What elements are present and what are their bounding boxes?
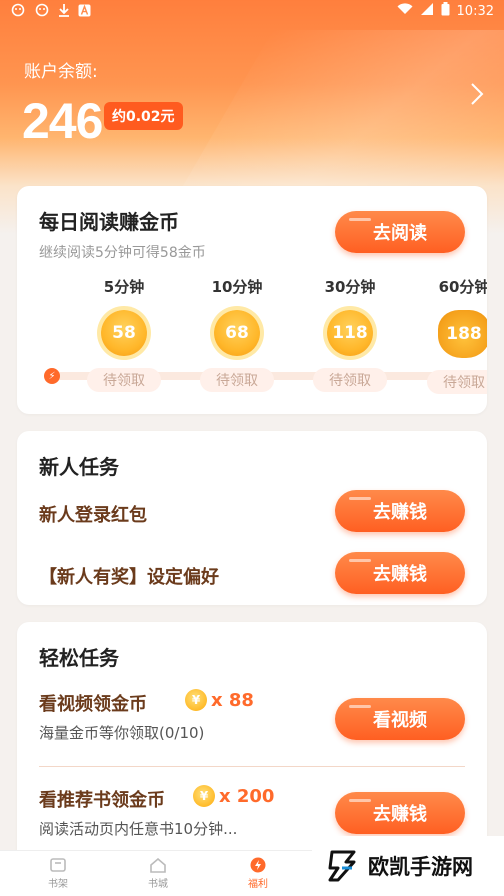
tab-bookshelf[interactable]: 书架 [8,851,108,896]
task-name: 看推荐书领金币 [39,790,165,811]
bookshelf-icon [49,857,67,873]
pet-icon [10,3,26,19]
step-label: 5分钟 [103,278,145,296]
go-read-button[interactable]: 去阅读 [335,211,465,253]
reward-amount: x 200 [219,785,275,807]
balance-coins[interactable]: 246 [22,92,103,150]
claim-status[interactable]: 待领取 [427,370,487,394]
balance-label: 账户余额: [24,62,98,82]
tab-welfare[interactable]: 福利 [208,851,308,896]
pet-icon [34,3,50,19]
balance-yuan-badge: 约0.02元 [104,102,183,130]
watermark: 欧凯手游网 [312,836,504,896]
task-desc: 阅读活动页内任意书10分钟... [39,820,238,838]
task-name: 新人登录红包 [39,505,147,526]
step-10min[interactable]: 10分钟 68 待领取 [192,276,282,392]
reading-progress: ⚡ 5分钟 58 待领取 10分钟 68 待领取 30分钟 118 待领取 60… [17,276,487,396]
tab-label: 书架 [48,879,68,890]
daily-reading-title: 每日阅读赚金币 [39,210,179,234]
tab-label: 书城 [148,879,168,890]
step-label: 60分钟 [438,278,487,296]
download-icon [58,3,70,19]
daily-reading-subtitle: 继续阅读5分钟可得58金币 [39,245,206,261]
coin-icon: 58 [101,310,147,356]
status-time: 10:32 [456,3,494,19]
coin-icon: 68 [214,310,260,356]
coin-icon: ¥ [193,785,215,807]
step-label: 10分钟 [211,278,263,296]
task-name: 【新人有奖】设定偏好 [39,567,219,588]
easy-tasks-card: 轻松任务 看视频领金币 ¥ x 88 海量金币等你领取(0/10) 看视频 看推… [17,622,487,862]
claim-status[interactable]: 待领取 [313,368,387,392]
earn-button[interactable]: 去赚钱 [335,552,465,594]
home-icon [149,857,167,873]
a-icon [78,4,91,19]
newbie-tasks-title: 新人任务 [39,455,119,479]
reward-amount: x 88 [211,689,254,711]
step-30min[interactable]: 30分钟 118 待领取 [305,276,395,392]
step-60min[interactable]: 60分钟 188 待领取 [419,276,487,394]
earn-button[interactable]: 去赚钱 [335,490,465,532]
step-5min[interactable]: 5分钟 58 待领取 [79,276,169,392]
task-name: 看视频领金币 [39,694,147,715]
reward: ¥ x 200 [193,785,274,807]
signal-icon [420,3,434,19]
newbie-tasks-card: 新人任务 新人登录红包 去赚钱 【新人有奖】设定偏好 去赚钱 [17,431,487,605]
earn-button[interactable]: 去赚钱 [335,792,465,834]
task-desc: 海量金币等你领取(0/10) [39,724,205,742]
watermark-text: 欧凯手游网 [368,855,473,879]
bolt-icon [249,857,267,873]
divider [39,766,465,767]
daily-reading-card: 每日阅读赚金币 继续阅读5分钟可得58金币 去阅读 ⚡ 5分钟 58 待领取 1… [17,186,487,414]
bolt-icon: ⚡ [44,368,60,384]
step-label: 30分钟 [324,278,376,296]
coin-icon: ¥ [185,689,207,711]
reward: ¥ x 88 [185,689,254,711]
coin-bag-icon: 188 [438,310,487,358]
claim-status[interactable]: 待领取 [200,368,274,392]
status-bar: 10:32 [0,0,504,22]
tab-label: 福利 [248,879,268,890]
claim-status[interactable]: 待领取 [87,368,161,392]
tab-bookstore[interactable]: 书城 [108,851,208,896]
chevron-right-icon[interactable] [470,82,484,112]
coin-icon: 118 [327,310,373,356]
wifi-icon [397,3,413,19]
watermark-logo-icon [328,850,356,882]
easy-tasks-title: 轻松任务 [39,646,119,670]
battery-icon [441,2,450,20]
watch-video-button[interactable]: 看视频 [335,698,465,740]
